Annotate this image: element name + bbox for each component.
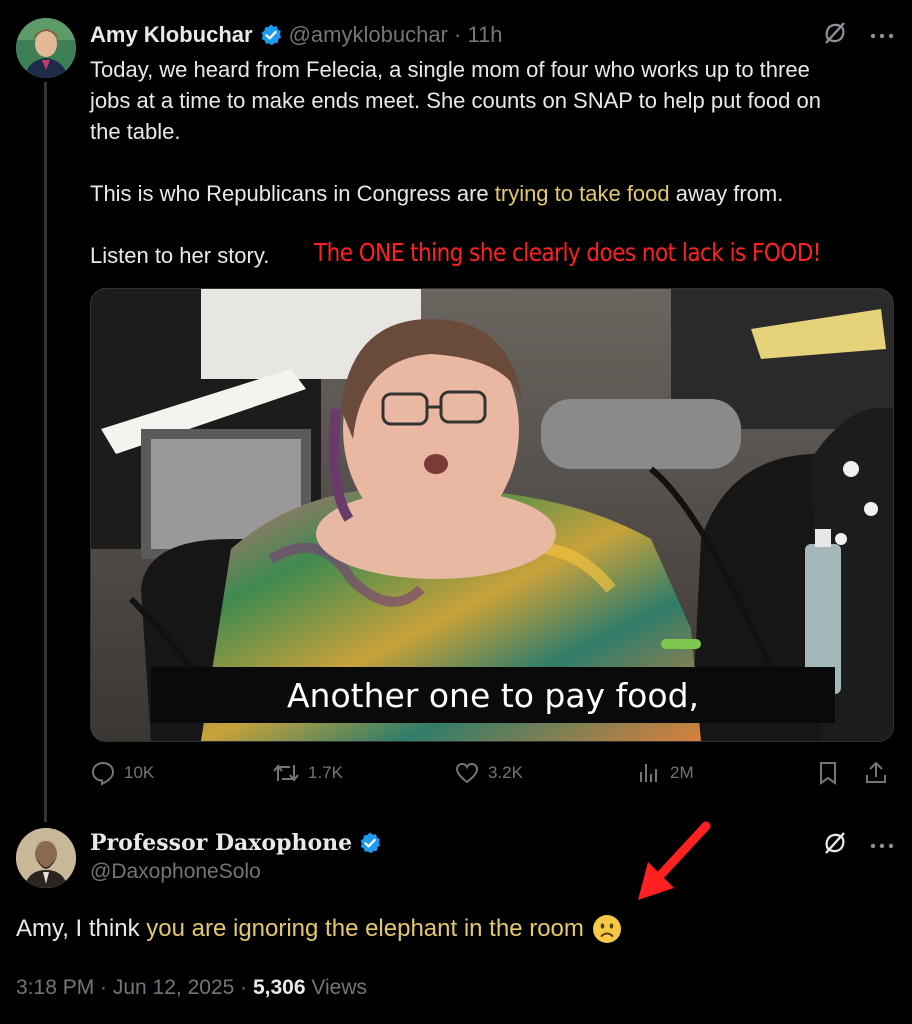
post-text-line: the table.: [90, 119, 181, 144]
verified-badge-icon[interactable]: [358, 831, 382, 855]
views-button[interactable]: 2M: [636, 760, 694, 786]
more-icon[interactable]: [870, 837, 894, 855]
highlighted-phrase: trying to take food: [494, 181, 670, 206]
share-button[interactable]: [864, 760, 888, 786]
reply-author-handle[interactable]: @DaxophoneSolo: [90, 860, 261, 884]
reply-metadata: 3:18 PM · Jun 12, 2025 · 5,306 Views: [16, 976, 367, 1000]
post-header: Amy Klobuchar @amyklobuchar · 11h: [90, 20, 503, 50]
more-icon[interactable]: [870, 27, 894, 45]
reply-view-count: 5,306: [252, 976, 306, 999]
bookmark-button[interactable]: [816, 760, 840, 786]
video-media[interactable]: Another one to pay food,: [90, 288, 894, 742]
author-avatar[interactable]: [16, 18, 76, 78]
reply-text: Amy, I think you are ignoring the elepha…: [16, 912, 622, 946]
share-icon: [864, 760, 888, 786]
header-separator: ·: [454, 22, 462, 47]
thread-connector-line: [44, 82, 47, 822]
repost-icon: [272, 760, 300, 786]
post-text-paragraph: This is who Republicans in Congress are …: [90, 181, 784, 206]
post-text-line: jobs at a time to make ends meet. She co…: [90, 88, 821, 113]
reply-author-avatar[interactable]: [16, 828, 76, 888]
repost-button[interactable]: 1.7K: [272, 760, 343, 786]
reply-button[interactable]: 10K: [90, 760, 154, 786]
reply-highlighted-phrase: you are ignoring the elephant in the roo…: [146, 915, 584, 942]
slightly-frowning-face-emoji: [592, 914, 622, 944]
author-handle[interactable]: @amyklobuchar: [289, 22, 448, 48]
like-button[interactable]: 3.2K: [454, 760, 523, 786]
reply-icon: [90, 760, 116, 786]
reply-count: 10K: [124, 763, 155, 782]
screenshot-page: Amy Klobuchar @amyklobuchar · 11h Today,…: [0, 0, 912, 1024]
post-time[interactable]: 11h: [467, 22, 502, 48]
views-chart-icon: [636, 760, 662, 786]
reply-header: Professor Daxophone: [90, 828, 388, 858]
post-text-line: Today, we heard from Felecia, a single m…: [90, 57, 810, 82]
reply-timestamp[interactable]: 3:18 PM · Jun 12, 2025 ·: [16, 976, 253, 999]
post-top-actions: [822, 20, 894, 51]
red-arrow-annotation: [630, 818, 720, 913]
bookmark-icon: [816, 760, 840, 786]
red-annotation-text: The ONE thing she clearly does not lack …: [314, 238, 821, 267]
post-action-bar: 10K 1.7K 3.2K 2M: [90, 760, 892, 792]
author-name[interactable]: Amy Klobuchar: [90, 22, 253, 48]
reply-views-label: Views: [305, 976, 368, 999]
reply-author-name[interactable]: Professor Daxophone: [90, 830, 352, 856]
video-caption-box: Another one to pay food,: [151, 667, 835, 723]
repost-count: 1.7K: [308, 763, 343, 782]
verified-badge-icon[interactable]: [259, 23, 283, 47]
grok-icon[interactable]: [822, 20, 848, 51]
reply-top-actions: [822, 830, 894, 861]
grok-icon[interactable]: [822, 830, 848, 861]
views-count: 2M: [670, 763, 694, 782]
video-caption: Another one to pay food,: [286, 675, 700, 715]
like-count: 3.2K: [488, 763, 523, 782]
heart-icon: [454, 760, 480, 786]
